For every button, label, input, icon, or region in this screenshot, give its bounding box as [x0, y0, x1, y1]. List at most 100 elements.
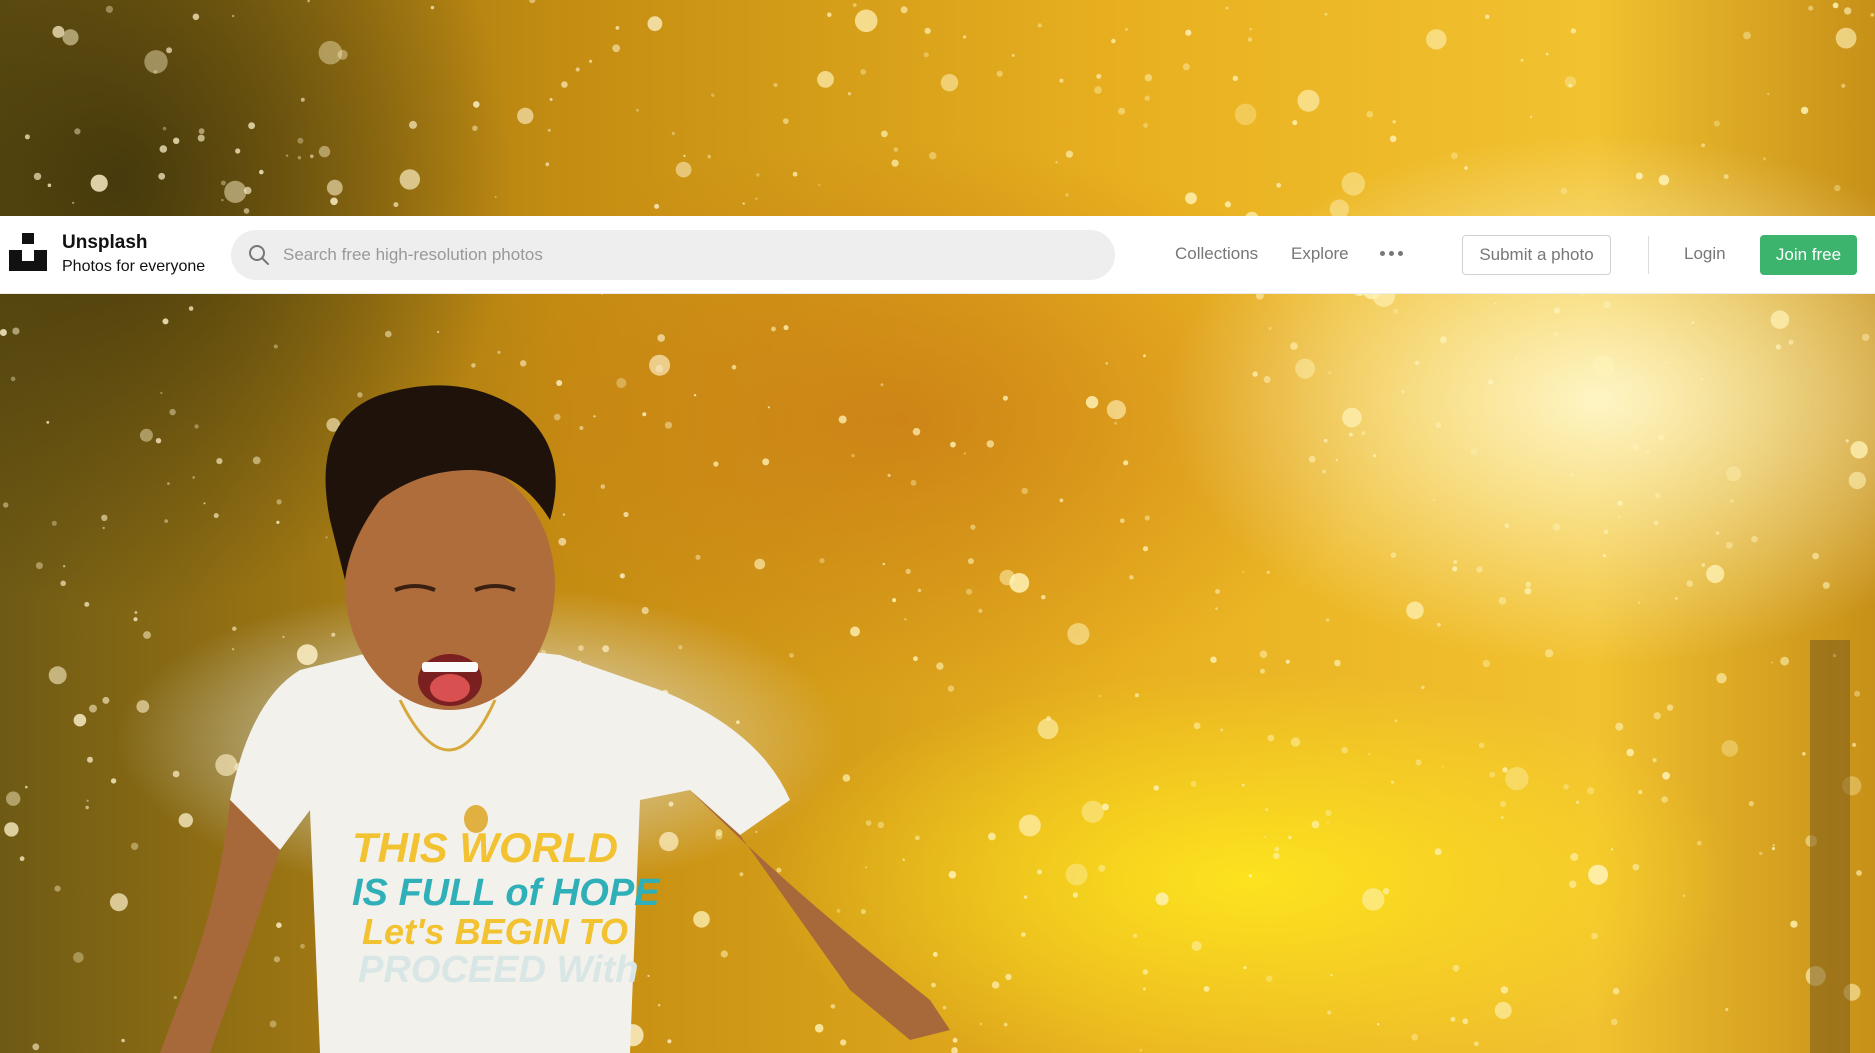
- droplet: [471, 363, 476, 368]
- droplet: [996, 70, 1003, 77]
- droplet: [1193, 722, 1201, 730]
- droplet: [900, 6, 908, 14]
- droplet: [742, 202, 745, 205]
- droplet: [473, 101, 480, 108]
- droplet: [657, 334, 665, 342]
- brand-name[interactable]: Unsplash: [62, 232, 148, 254]
- nav-divider: [1648, 236, 1649, 274]
- droplet: [1771, 661, 1774, 664]
- droplet: [1311, 820, 1320, 829]
- droplet: [553, 413, 561, 421]
- droplet: [1018, 814, 1041, 837]
- submit-photo-button[interactable]: Submit a photo: [1462, 235, 1611, 275]
- droplet: [593, 415, 596, 418]
- droplet: [1462, 1018, 1469, 1025]
- droplet: [693, 911, 710, 928]
- droplet: [1133, 933, 1138, 938]
- droplet: [678, 645, 683, 650]
- droplet: [647, 16, 663, 32]
- droplet: [931, 982, 936, 988]
- droplet: [296, 644, 318, 665]
- droplet: [1500, 816, 1504, 819]
- droplet: [62, 29, 79, 46]
- droplet: [891, 159, 899, 167]
- droplet: [1005, 973, 1012, 981]
- droplet: [1686, 580, 1694, 587]
- droplet: [1452, 964, 1460, 972]
- droplet: [1382, 888, 1390, 895]
- nav-link-collections[interactable]: Collections: [1175, 244, 1258, 264]
- droplet: [1603, 301, 1611, 309]
- login-link[interactable]: Login: [1684, 244, 1726, 264]
- droplet: [619, 573, 626, 579]
- droplet: [776, 867, 782, 873]
- droplet: [1185, 192, 1197, 205]
- droplet: [615, 26, 620, 30]
- search-icon[interactable]: [247, 243, 271, 267]
- droplet: [671, 131, 675, 136]
- droplet: [110, 778, 117, 784]
- droplet: [1114, 421, 1118, 425]
- droplet: [1322, 469, 1326, 474]
- nav-link-explore[interactable]: Explore: [1291, 244, 1349, 264]
- join-free-button[interactable]: Join free: [1760, 235, 1857, 275]
- droplet: [1118, 107, 1126, 115]
- droplet: [1072, 892, 1078, 898]
- droplet: [1274, 846, 1280, 852]
- droplet: [90, 174, 108, 192]
- droplet: [1632, 443, 1640, 451]
- droplet: [276, 520, 280, 525]
- droplet: [1570, 853, 1579, 861]
- droplet: [819, 558, 825, 564]
- droplet: [162, 318, 169, 325]
- search-input[interactable]: [283, 230, 1083, 280]
- droplet: [1290, 342, 1298, 350]
- droplet: [285, 154, 289, 157]
- droplet: [221, 198, 224, 202]
- droplet: [1415, 759, 1422, 766]
- droplet: [1234, 103, 1257, 126]
- droplet: [929, 152, 937, 160]
- droplet: [248, 122, 256, 130]
- droplet: [1290, 737, 1301, 747]
- droplet: [852, 3, 857, 7]
- more-dots-icon[interactable]: [1380, 251, 1404, 259]
- droplet: [243, 208, 250, 214]
- droplet: [1134, 693, 1139, 698]
- droplet: [1334, 659, 1341, 667]
- droplet: [1101, 803, 1109, 811]
- droplet: [893, 147, 899, 152]
- droplet: [1845, 439, 1849, 443]
- droplet: [160, 391, 163, 395]
- droplet: [818, 184, 821, 187]
- droplet: [46, 421, 50, 424]
- droplet: [1696, 840, 1702, 846]
- droplet: [782, 118, 789, 124]
- droplet: [1494, 1001, 1512, 1019]
- droplet: [1588, 864, 1609, 885]
- droplet: [575, 67, 580, 72]
- droplet: [783, 325, 789, 331]
- droplet: [556, 380, 563, 386]
- droplet: [838, 415, 847, 424]
- droplet: [1505, 767, 1529, 791]
- droplet: [32, 1043, 40, 1051]
- droplet: [754, 558, 766, 570]
- droplet: [649, 354, 671, 376]
- droplet: [1751, 535, 1758, 543]
- unsplash-logo-icon[interactable]: [9, 233, 47, 271]
- droplet: [1059, 498, 1064, 503]
- droplet: [1009, 573, 1030, 593]
- search-bar[interactable]: [231, 230, 1115, 280]
- droplet: [109, 893, 128, 912]
- droplet: [269, 1020, 277, 1028]
- droplet: [773, 82, 778, 88]
- droplet: [1210, 656, 1217, 663]
- droplet: [1485, 14, 1490, 19]
- droplet: [589, 59, 593, 63]
- droplet: [865, 820, 872, 826]
- droplet: [159, 145, 168, 153]
- droplet: [1111, 38, 1116, 44]
- droplet: [1499, 800, 1507, 808]
- droplet: [667, 1039, 672, 1044]
